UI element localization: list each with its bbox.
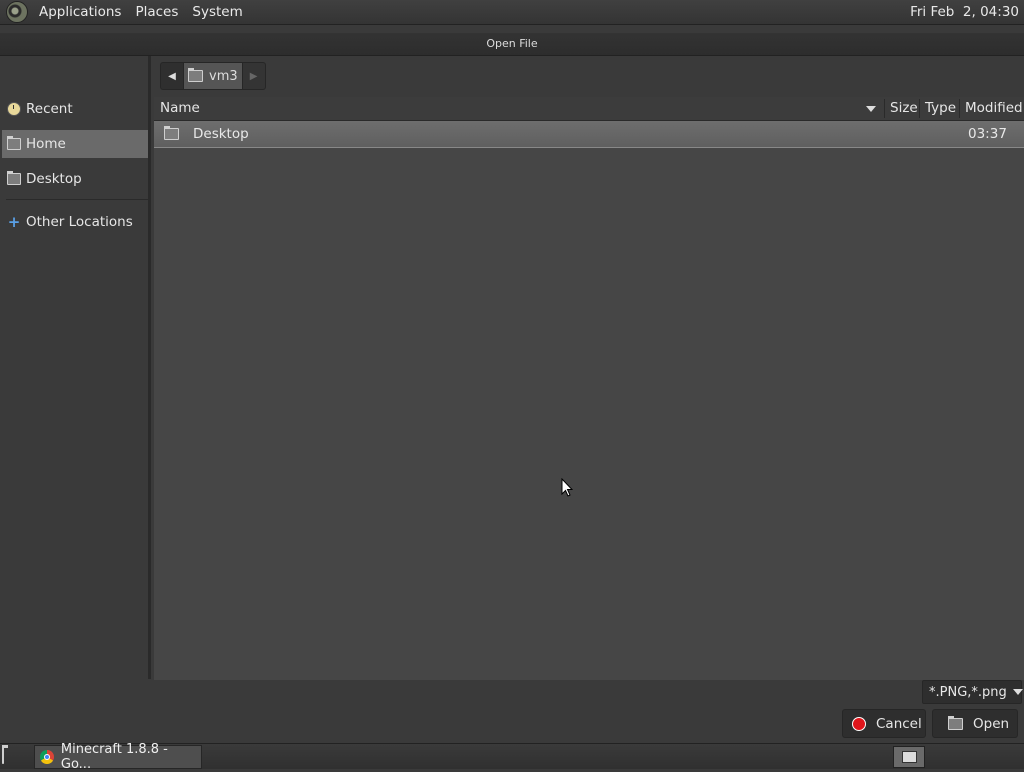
taskbar-window-item[interactable]: Minecraft 1.8.8 - Go... xyxy=(34,742,202,772)
places-sidebar: Recent Home Desktop + Other Locations xyxy=(2,56,151,679)
sidebar-item-label: Other Locations xyxy=(26,214,133,230)
file-name: Desktop xyxy=(193,126,249,142)
sort-descending-icon[interactable] xyxy=(866,106,876,112)
file-modified: 03:37 xyxy=(968,126,1007,142)
open-file-dialog: Open File Recent Home Desktop + Other Lo… xyxy=(0,25,1024,743)
sidebar-item-label: Home xyxy=(26,136,66,152)
taskbar: Minecraft 1.8.8 - Go... xyxy=(0,742,1024,772)
column-divider xyxy=(959,99,960,118)
column-divider xyxy=(919,99,920,118)
cancel-button[interactable]: Cancel xyxy=(842,709,926,738)
menu-system[interactable]: System xyxy=(185,4,249,20)
folder-icon xyxy=(7,171,21,185)
sidebar-item-label: Recent xyxy=(26,101,73,117)
desktop-icon xyxy=(2,747,4,764)
open-button[interactable]: Open xyxy=(932,709,1018,738)
list-header: Name Size Type Modified xyxy=(154,97,1024,121)
chevron-right-icon: ▶ xyxy=(249,70,258,82)
home-folder-icon xyxy=(7,136,21,150)
column-header-size[interactable]: Size xyxy=(890,97,918,120)
top-panel: Applications Places System Fri Feb 2, 04… xyxy=(0,0,1024,25)
column-header-modified[interactable]: Modified xyxy=(965,97,1023,120)
file-row[interactable]: Desktop 03:37 xyxy=(154,121,1024,148)
column-header-type[interactable]: Type xyxy=(925,97,956,120)
sidebar-separator xyxy=(6,199,148,200)
menu-applications[interactable]: Applications xyxy=(32,4,128,20)
clock-icon xyxy=(7,102,21,116)
show-desktop-button[interactable] xyxy=(2,747,22,764)
chevron-left-icon: ◀ xyxy=(168,70,176,82)
path-back-button[interactable]: ◀ xyxy=(160,62,184,90)
open-button-label: Open xyxy=(973,715,1010,732)
panel-clock[interactable]: Fri Feb 2, 04:30 xyxy=(910,4,1024,20)
mouse-cursor-icon xyxy=(561,478,573,497)
cancel-icon xyxy=(852,716,866,731)
path-segment-label: vm3 xyxy=(209,68,238,84)
folder-icon xyxy=(164,126,179,140)
sidebar-item-other-locations[interactable]: + Other Locations xyxy=(2,208,148,236)
filter-value: *.PNG,*.png xyxy=(929,684,1007,700)
file-list[interactable]: Name Size Type Modified Desktop 03:37 xyxy=(154,97,1024,680)
chrome-icon xyxy=(40,750,54,764)
sidebar-item-home[interactable]: Home xyxy=(2,130,148,158)
file-type-filter[interactable]: *.PNG,*.png xyxy=(922,680,1023,704)
home-folder-icon xyxy=(188,68,203,82)
path-segment-home[interactable]: vm3 xyxy=(184,62,242,90)
dialog-title: Open File xyxy=(0,33,1024,56)
sidebar-item-desktop[interactable]: Desktop xyxy=(2,165,148,193)
column-header-name[interactable]: Name xyxy=(160,97,200,120)
distro-logo-icon[interactable] xyxy=(6,1,28,23)
column-divider xyxy=(884,99,885,118)
path-forward-button[interactable]: ▶ xyxy=(241,62,266,90)
sidebar-item-recent[interactable]: Recent xyxy=(2,95,148,123)
menu-places[interactable]: Places xyxy=(128,4,185,20)
cancel-button-label: Cancel xyxy=(876,715,922,732)
plus-icon: + xyxy=(7,213,21,231)
workspace-switcher[interactable] xyxy=(893,746,925,768)
sidebar-item-label: Desktop xyxy=(26,171,82,187)
chevron-down-icon xyxy=(1012,689,1023,695)
path-bar: ◀ vm3 ▶ xyxy=(160,62,266,90)
folder-open-icon xyxy=(948,715,963,730)
